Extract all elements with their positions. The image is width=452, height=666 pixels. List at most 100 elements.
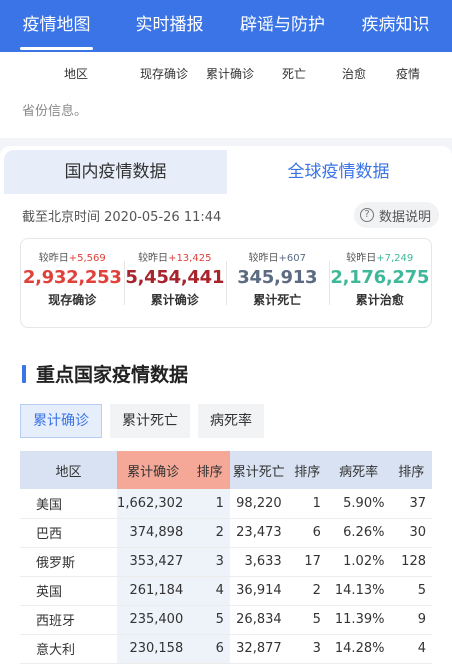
cell-total-confirmed: 353,427	[117, 547, 190, 577]
col-confirmed-rank[interactable]: 排序	[189, 451, 230, 489]
cell-fatality-rank: 9	[390, 605, 432, 635]
cell-total-confirmed: 261,184	[117, 576, 190, 606]
cell-deaths-rank: 2	[287, 576, 327, 606]
cell-deaths-rank: 6	[287, 518, 327, 548]
section-title-bar	[22, 364, 26, 383]
stat-delta: +13,425	[168, 253, 212, 264]
cell-fatality-rank: 5	[390, 576, 432, 606]
stat-label: 累计治愈	[355, 293, 404, 307]
col-total-confirmed[interactable]: 累计确诊	[117, 451, 190, 489]
stat-value: 5,454,441	[125, 267, 225, 288]
tab-epidemic-map[interactable]: 疫情地图	[0, 0, 113, 52]
province-table-card: 地区 现存确诊 累计确诊 死亡 治愈 疫情 省份信息。	[0, 52, 452, 138]
update-time: 截至北京时间 2020-05-26 11:44	[22, 210, 222, 225]
cell-region: 意大利	[20, 634, 118, 664]
filter-total-deaths[interactable]: 累计死亡	[110, 404, 190, 438]
cell-region: 美国	[20, 489, 118, 519]
stat-total-deaths: 较昨日+607 345,913 累计死亡	[226, 239, 329, 327]
header-confirmed: 累计确诊	[206, 67, 255, 81]
cell-confirmed-rank: 3	[189, 547, 230, 577]
cell-total-confirmed: 374,898	[117, 518, 190, 548]
data-explain-button[interactable]: ? 数据说明	[354, 202, 440, 228]
stat-compare-label: 较昨日	[38, 253, 69, 264]
section-title: 重点国家疫情数据	[22, 360, 188, 387]
cell-deaths-rank: 17	[287, 547, 327, 577]
cell-total-confirmed: 1,662,302	[117, 489, 190, 519]
stat-delta: +5,569	[68, 253, 106, 264]
col-total-deaths[interactable]: 累计死亡	[229, 451, 288, 489]
table-row[interactable]: 俄罗斯 353,427 3 3,633 17 1.02% 128	[20, 547, 432, 577]
filter-total-confirmed[interactable]: 累计确诊	[20, 404, 102, 438]
table-row[interactable]: 巴西 374,898 2 23,473 6 6.26% 30	[20, 518, 432, 548]
question-circle-icon: ?	[360, 208, 374, 222]
stat-existing-confirmed: 较昨日+5,569 2,932,253 现存确诊	[21, 239, 124, 327]
metric-filter-tabs: 累计确诊 累计死亡 病死率	[20, 404, 264, 438]
cell-deaths-rank: 1	[287, 489, 327, 519]
stat-total-confirmed: 较昨日+13,425 5,454,441 累计确诊	[123, 239, 227, 327]
cell-total-deaths: 3,633	[229, 547, 288, 577]
cell-region: 英国	[20, 576, 118, 606]
data-scope-switch: 国内疫情数据 全球疫情数据	[4, 150, 450, 194]
cell-total-confirmed: 235,400	[117, 605, 190, 635]
cell-fatality-rate: 1.02%	[326, 547, 391, 577]
cell-region: 俄罗斯	[20, 547, 118, 577]
table-row[interactable]: 意大利 230,158 6 32,877 3 14.28% 4	[20, 634, 432, 664]
col-fatality-rank[interactable]: 排序	[390, 451, 432, 489]
data-explain-label: 数据说明	[379, 209, 432, 225]
header-deaths: 死亡	[282, 67, 307, 81]
tab-rumor-protection[interactable]: 辟谣与防护	[226, 0, 339, 52]
header-epidemic: 疫情	[396, 67, 421, 81]
cell-total-deaths: 98,220	[229, 489, 288, 519]
cell-fatality-rate: 11.39%	[326, 605, 391, 635]
cell-region: 西班牙	[20, 605, 118, 635]
header-region: 地区	[64, 67, 89, 81]
cell-region: 巴西	[20, 518, 118, 548]
cell-deaths-rank: 5	[287, 605, 327, 635]
cell-deaths-rank: 3	[287, 634, 327, 664]
country-table-header: 地区 累计确诊 排序 累计死亡 排序 病死率 排序	[20, 451, 432, 489]
cell-total-deaths: 32,877	[229, 634, 288, 664]
global-data-card: 国内疫情数据 全球疫情数据 截至北京时间 2020-05-26 11:44 ? …	[0, 146, 452, 666]
cell-total-deaths: 36,914	[229, 576, 288, 606]
header-cured: 治愈	[342, 67, 367, 81]
table-row[interactable]: 美国 1,662,302 1 98,220 1 5.90% 37	[20, 489, 432, 519]
stat-compare-label: 较昨日	[138, 253, 169, 264]
province-note: 省份信息。	[22, 104, 88, 119]
cell-total-deaths: 26,834	[229, 605, 288, 635]
cell-fatality-rank: 128	[390, 547, 432, 577]
stat-value: 2,932,253	[22, 267, 122, 288]
stat-compare-label: 较昨日	[248, 253, 279, 264]
table-row[interactable]: 西班牙 235,400 5 26,834 5 11.39% 9	[20, 605, 432, 635]
cell-fatality-rank: 4	[390, 634, 432, 664]
stat-delta: +7,249	[376, 253, 414, 264]
col-deaths-rank[interactable]: 排序	[287, 451, 327, 489]
global-data-tab[interactable]: 全球疫情数据	[227, 150, 450, 194]
stat-delta: +607	[278, 253, 306, 264]
cell-fatality-rate: 14.13%	[326, 576, 391, 606]
filter-fatality-rate[interactable]: 病死率	[198, 404, 264, 438]
cell-confirmed-rank: 1	[189, 489, 230, 519]
stat-value: 2,176,275	[330, 267, 430, 288]
cell-total-confirmed: 230,158	[117, 634, 190, 664]
stat-label: 累计死亡	[253, 293, 302, 307]
cell-confirmed-rank: 6	[189, 634, 230, 664]
cell-fatality-rate: 6.26%	[326, 518, 391, 548]
cell-fatality-rank: 37	[390, 489, 432, 519]
stat-label: 现存确诊	[48, 293, 97, 307]
col-region[interactable]: 地区	[20, 451, 118, 489]
summary-stats: 较昨日+5,569 2,932,253 现存确诊 较昨日+13,425 5,45…	[20, 238, 432, 328]
stat-compare-label: 较昨日	[346, 253, 377, 264]
country-table: 地区 累计确诊 排序 累计死亡 排序 病死率 排序 美国 1,662,302 1…	[20, 451, 432, 664]
cell-fatality-rank: 30	[390, 518, 432, 548]
cell-fatality-rate: 5.90%	[326, 489, 391, 519]
header-existing: 现存确诊	[140, 67, 189, 81]
table-row[interactable]: 英国 261,184 4 36,914 2 14.13% 5	[20, 576, 432, 606]
cell-confirmed-rank: 5	[189, 605, 230, 635]
tab-live-report[interactable]: 实时播报	[113, 0, 226, 52]
col-fatality-rate[interactable]: 病死率	[326, 451, 391, 489]
section-title-text: 重点国家疫情数据	[36, 364, 189, 386]
domestic-data-tab[interactable]: 国内疫情数据	[4, 150, 227, 194]
tab-disease-knowledge[interactable]: 疾病知识	[339, 0, 452, 52]
cell-total-deaths: 23,473	[229, 518, 288, 548]
cell-fatality-rate: 14.28%	[326, 634, 391, 664]
